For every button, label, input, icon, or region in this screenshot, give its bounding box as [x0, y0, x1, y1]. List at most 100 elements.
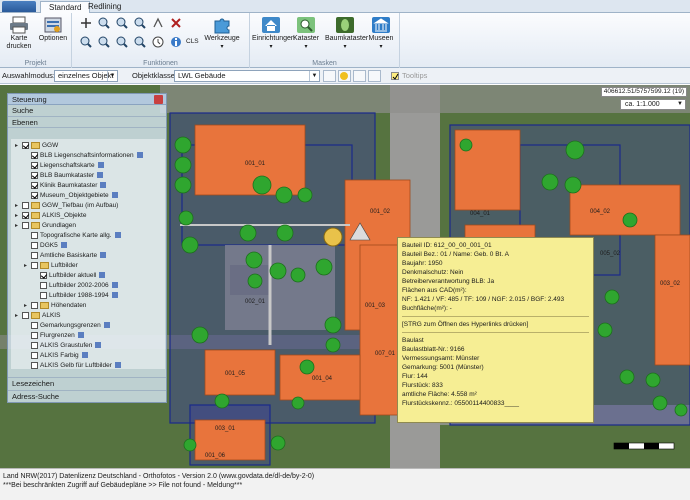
layer-properties-icon[interactable]: [111, 292, 118, 299]
layer-item[interactable]: Flurgrenzen: [24, 331, 84, 340]
layer-checkbox[interactable]: [22, 201, 29, 209]
layer-checkbox[interactable]: [31, 331, 38, 339]
layer-item[interactable]: Liegenschaftskarte: [24, 161, 104, 170]
layer-checkbox[interactable]: [31, 231, 38, 239]
layer-checkbox[interactable]: [31, 191, 38, 199]
layer-item[interactable]: DGK5: [24, 241, 67, 250]
layer-checkbox[interactable]: [40, 291, 47, 299]
layer-item[interactable]: ALKIS Graustufen: [24, 341, 102, 350]
expand-icon[interactable]: ▸: [24, 262, 31, 271]
layer-properties-icon[interactable]: [114, 232, 121, 239]
layer-properties-icon[interactable]: [100, 252, 107, 259]
layer-checkbox[interactable]: [22, 311, 29, 319]
karte-drucken-button[interactable]: Karte drucken: [3, 16, 35, 51]
expand-icon[interactable]: ▸: [15, 142, 22, 151]
layer-checkbox[interactable]: [40, 281, 47, 289]
layer-properties-icon[interactable]: [97, 162, 104, 169]
zoom-previous-icon[interactable]: [98, 36, 110, 48]
layer-item[interactable]: Museum_Objektgebiete: [24, 191, 118, 200]
tab-redlining[interactable]: Redlining: [80, 1, 129, 13]
zoom-box-icon[interactable]: [134, 17, 146, 29]
layer-properties-icon[interactable]: [103, 322, 110, 329]
history-icon[interactable]: [152, 36, 164, 48]
pan-icon[interactable]: [80, 17, 92, 29]
layer-properties-icon[interactable]: [81, 352, 88, 359]
optionen-button[interactable]: Optionen: [37, 16, 69, 43]
layer-item[interactable]: Gemarkungsgrenzen: [24, 321, 110, 330]
layer-item[interactable]: Luftbilder aktuell: [33, 271, 106, 280]
expand-icon[interactable]: ▸: [15, 222, 22, 231]
einrichtungen-button[interactable]: Einrichtungen ▾: [252, 16, 295, 51]
layer-properties-icon[interactable]: [77, 332, 84, 339]
zoom-selection-icon[interactable]: [134, 36, 146, 48]
clear-selection-icon[interactable]: [170, 17, 182, 29]
layer-item[interactable]: ALKIS Gelb für Luftbilder: [24, 361, 121, 370]
application-menu-button[interactable]: [2, 1, 36, 12]
layer-properties-icon[interactable]: [97, 172, 104, 179]
table-button[interactable]: [368, 70, 381, 82]
layer-checkbox[interactable]: [31, 351, 38, 359]
layer-item[interactable]: ▸ GGW_Tiefbau (im Aufbau): [15, 201, 118, 210]
layer-item[interactable]: ▸ Höhendaten: [24, 301, 86, 310]
info-tool-button[interactable]: [338, 70, 351, 82]
layer-properties-icon[interactable]: [60, 242, 67, 249]
zoom-in-icon[interactable]: [98, 17, 110, 29]
layer-properties-icon[interactable]: [114, 362, 121, 369]
layer-item[interactable]: Luftbilder 1988-1994: [33, 291, 118, 300]
layer-properties-icon[interactable]: [95, 342, 102, 349]
layer-checkbox[interactable]: [22, 221, 29, 229]
panel-section-suche[interactable]: Suche: [8, 105, 166, 117]
expand-icon[interactable]: ▸: [15, 202, 22, 211]
layer-checkbox[interactable]: [31, 161, 38, 169]
cls-button[interactable]: CLS: [186, 38, 199, 45]
zoom-extent-icon[interactable]: [80, 36, 92, 48]
layer-item[interactable]: ALKIS Farbig: [24, 351, 88, 360]
museen-button[interactable]: Museen ▾: [365, 16, 397, 51]
layer-checkbox[interactable]: [31, 261, 38, 269]
layer-properties-icon[interactable]: [111, 192, 118, 199]
layer-checkbox[interactable]: [31, 151, 38, 159]
layer-properties-icon[interactable]: [111, 282, 118, 289]
identify-icon[interactable]: [170, 36, 182, 48]
panel-section-adress-suche[interactable]: Adress-Suche: [8, 390, 166, 401]
layer-checkbox[interactable]: [22, 141, 29, 149]
panel-section-lesezeichen[interactable]: Lesezeichen: [8, 377, 166, 388]
layer-checkbox[interactable]: [40, 271, 47, 279]
layer-item[interactable]: ▸ ALKIS: [15, 311, 60, 320]
expand-icon[interactable]: ▸: [24, 302, 31, 311]
expand-icon[interactable]: ▸: [15, 312, 22, 321]
layer-checkbox[interactable]: [31, 181, 38, 189]
layer-item[interactable]: BLB Baumkataster: [24, 171, 104, 180]
layer-item[interactable]: Amtliche Basiskarte: [24, 251, 107, 260]
layer-item[interactable]: Luftbilder 2002-2006: [33, 281, 118, 290]
layer-properties-icon[interactable]: [99, 272, 106, 279]
layer-checkbox[interactable]: [31, 341, 38, 349]
zoom-out-icon[interactable]: [116, 17, 128, 29]
baumkataster-button[interactable]: Baumkataster ▾: [325, 16, 368, 51]
layer-checkbox[interactable]: [31, 361, 38, 369]
werkzeuge-button[interactable]: Werkzeuge ▾: [202, 16, 242, 51]
layer-item[interactable]: Klinik Baumkataster: [24, 181, 107, 190]
layer-checkbox[interactable]: [31, 321, 38, 329]
scale-select[interactable]: ca. 1:1.000 ▼: [620, 99, 686, 110]
objektklasse-select[interactable]: LWL Gebäude ▼: [174, 70, 320, 82]
layer-item[interactable]: ▸ ALKIS_Objekte: [15, 211, 86, 220]
layer-item[interactable]: BLB Liegenschaftsinformationen: [24, 151, 143, 160]
layer-checkbox[interactable]: [31, 171, 38, 179]
layer-checkbox[interactable]: [22, 211, 29, 219]
select-tool-button[interactable]: [323, 70, 336, 82]
auswahlmodus-select[interactable]: einzelnes Objekt ▼: [54, 70, 118, 82]
layer-checkbox[interactable]: [31, 241, 38, 249]
measure-icon[interactable]: [152, 17, 164, 29]
export-button[interactable]: [353, 70, 366, 82]
close-icon[interactable]: [154, 95, 163, 104]
zoom-next-icon[interactable]: [116, 36, 128, 48]
layer-item[interactable]: ▸ Luftbilder: [24, 261, 78, 270]
layer-item[interactable]: ▸ GGW: [15, 141, 58, 150]
layer-item[interactable]: Topografische Karte allg.: [24, 231, 121, 240]
layer-checkbox[interactable]: [31, 251, 38, 259]
tooltips-checkbox[interactable]: [391, 72, 399, 80]
panel-section-ebenen[interactable]: Ebenen: [8, 117, 166, 128]
expand-icon[interactable]: ▸: [15, 212, 22, 221]
layer-properties-icon[interactable]: [100, 182, 107, 189]
